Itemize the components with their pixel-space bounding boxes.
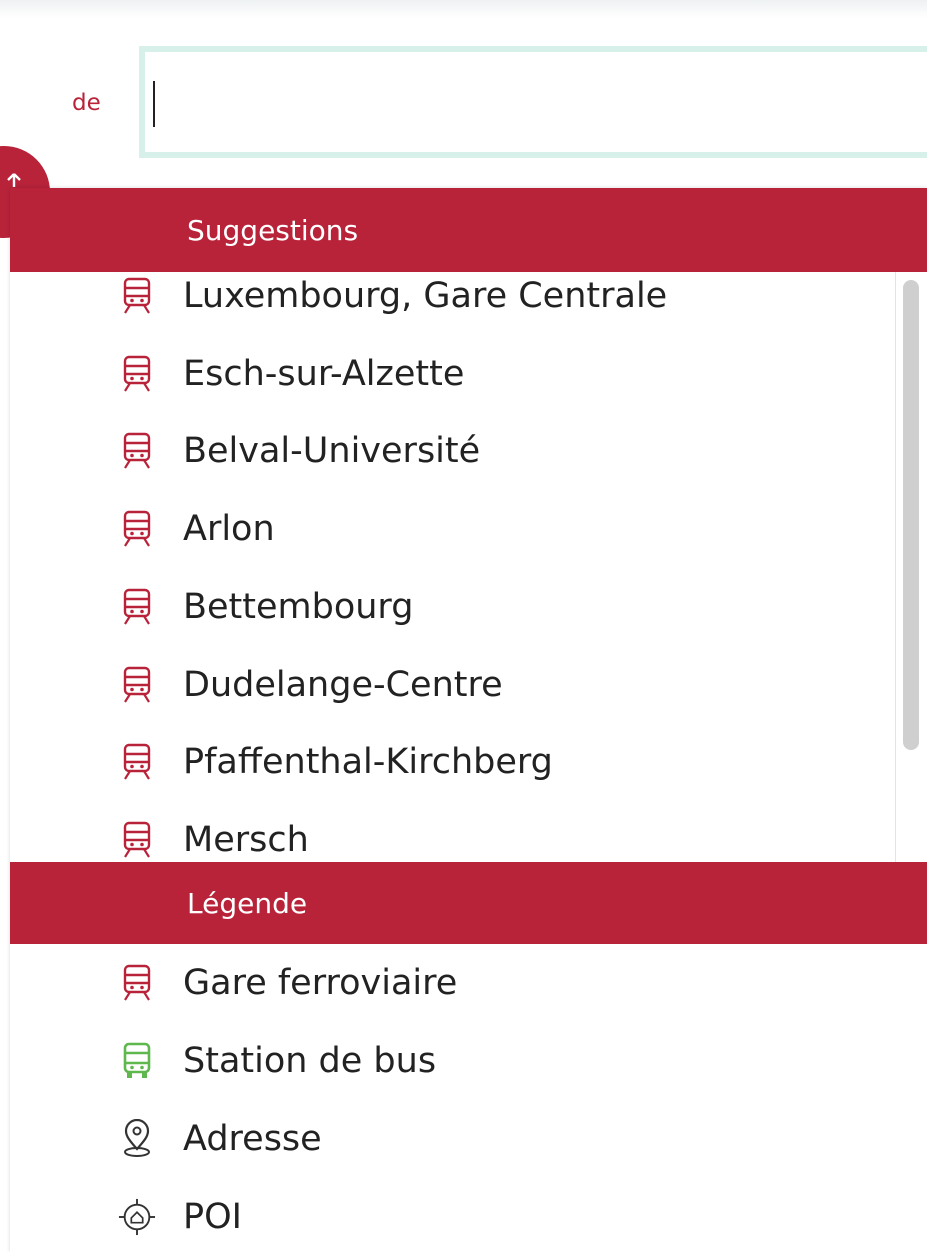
suggestion-item[interactable]: Belval-Université: [10, 412, 895, 490]
suggestion-item[interactable]: Pfaffenthal-Kirchberg: [10, 723, 895, 801]
suggestion-item-label: Dudelange-Centre: [183, 664, 503, 705]
legend-item-label: POI: [183, 1197, 242, 1237]
legend-list: Gare ferroviaire Station de bus Adresse POI: [10, 944, 927, 1252]
train-icon: [118, 821, 156, 859]
legend-item: Station de bus: [10, 1022, 895, 1100]
suggestion-item[interactable]: Luxembourg, Gare Centrale: [10, 272, 895, 335]
suggestion-list: Luxembourg, Gare Centrale Esch-sur-Alzett…: [10, 272, 895, 862]
suggestions-header: Suggestions: [10, 188, 927, 272]
location-pin-icon: [118, 1119, 156, 1158]
suggestion-item-label: Esch-sur-Alzette: [183, 353, 465, 394]
scrollbar-thumb[interactable]: [903, 280, 919, 750]
suggestion-item-label: Mersch: [183, 819, 309, 860]
train-icon: [118, 964, 156, 1002]
suggestion-item[interactable]: Bettembourg: [10, 568, 895, 646]
from-label: de: [72, 90, 101, 116]
legend-item-label: Station de bus: [183, 1041, 437, 1081]
suggestions-header-label: Suggestions: [187, 213, 359, 247]
legend-header-label: Légende: [187, 886, 308, 920]
from-input[interactable]: [139, 46, 927, 158]
scrollbar[interactable]: [895, 272, 927, 862]
bus-icon: [118, 1042, 156, 1080]
suggestion-item[interactable]: Arlon: [10, 490, 895, 568]
legend-header: Légende: [10, 862, 927, 944]
suggestion-item-label: Belval-Université: [183, 431, 481, 472]
legend-item: POI: [10, 1178, 895, 1252]
suggestion-item-label: Luxembourg, Gare Centrale: [183, 276, 668, 316]
train-icon: [118, 588, 156, 626]
arrow-up-icon: [7, 173, 21, 187]
poi-target-icon: [118, 1198, 156, 1236]
suggestion-item-label: Pfaffenthal-Kirchberg: [183, 742, 553, 783]
suggestion-dropdown: Suggestions Luxembourg, Gare Centrale Esc…: [10, 188, 927, 1252]
legend-item: Gare ferroviaire: [10, 944, 895, 1022]
train-icon: [118, 355, 156, 393]
suggestion-item[interactable]: Dudelange-Centre: [10, 646, 895, 724]
train-icon: [118, 277, 156, 315]
top-bar: [0, 0, 927, 18]
train-icon: [118, 432, 156, 470]
page: de Suggestions Luxembourg, Gare Centrale…: [0, 0, 927, 1252]
train-icon: [118, 666, 156, 704]
legend-item-label: Gare ferroviaire: [183, 963, 458, 1003]
suggestion-item[interactable]: Esch-sur-Alzette: [10, 335, 895, 413]
train-icon: [118, 510, 156, 548]
legend-item: Adresse: [10, 1100, 895, 1178]
text-caret: [153, 81, 155, 127]
suggestion-item[interactable]: Mersch: [10, 801, 895, 862]
train-icon: [118, 743, 156, 781]
suggestion-item-label: Bettembourg: [183, 586, 414, 627]
legend-item-label: Adresse: [183, 1119, 322, 1159]
suggestion-item-label: Arlon: [183, 509, 275, 550]
